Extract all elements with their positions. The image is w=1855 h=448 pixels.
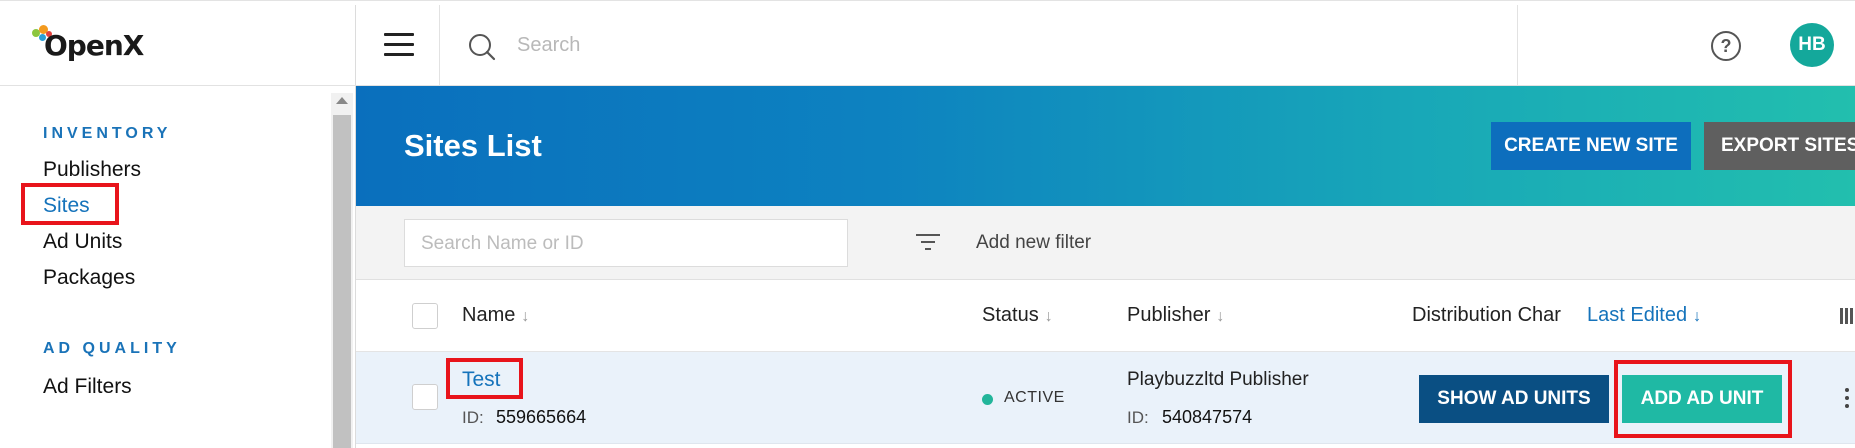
sidebar: OpenX INVENTORY Publishers Sites Ad Unit… — [0, 5, 356, 448]
site-id-label: ID: — [462, 408, 484, 427]
page-title: Sites List — [404, 128, 542, 163]
scrollbar-thumb[interactable] — [333, 115, 351, 448]
publisher-id-label: ID: — [1127, 408, 1149, 427]
create-new-site-button[interactable]: CREATE NEW SITE — [1491, 122, 1691, 170]
filter-bar: Search Name or ID Add new filter — [356, 206, 1855, 280]
export-sites-button[interactable]: EXPORT SITES — [1704, 122, 1855, 170]
nav-section-ad-quality: AD QUALITY — [43, 340, 181, 357]
topbar-divider — [439, 5, 440, 86]
page-header: Sites List CREATE NEW SITE EXPORT SITES — [356, 86, 1855, 206]
column-header-last-edited[interactable]: Last Edited ↓ — [1587, 304, 1701, 327]
sidebar-item-packages[interactable]: Packages — [43, 266, 135, 290]
add-new-filter-link[interactable]: Add new filter — [976, 232, 1091, 254]
sort-arrow-icon: ↓ — [521, 308, 530, 325]
logo-area: OpenX — [0, 5, 356, 86]
nav-section-inventory: INVENTORY — [43, 125, 172, 142]
row-checkbox[interactable] — [412, 384, 438, 410]
column-header-publisher[interactable]: Publisher ↓ — [1127, 304, 1224, 327]
sort-arrow-icon: ↓ — [1044, 308, 1053, 325]
show-ad-units-button[interactable]: SHOW AD UNITS — [1419, 375, 1609, 423]
logo-wordmark: OpenX — [44, 29, 144, 62]
sidebar-item-publishers[interactable]: Publishers — [43, 158, 141, 182]
sort-arrow-icon: ↓ — [1693, 308, 1702, 325]
topbar-divider-right — [1517, 5, 1518, 86]
openx-logo[interactable]: OpenX — [30, 23, 160, 71]
name-id-search-input[interactable]: Search Name or ID — [404, 219, 848, 267]
more-actions-icon[interactable] — [1844, 388, 1850, 410]
search-input-placeholder: Search Name or ID — [421, 233, 584, 254]
status-dot-icon — [982, 394, 993, 405]
search-icon[interactable] — [468, 33, 496, 61]
column-header-status[interactable]: Status ↓ — [982, 304, 1053, 327]
hamburger-menu-icon[interactable] — [384, 33, 414, 57]
sort-arrow-icon: ↓ — [1216, 308, 1225, 325]
sidebar-scrollbar[interactable] — [331, 93, 353, 448]
global-search-input[interactable]: Search — [517, 34, 580, 57]
status-badge: ACTIVE — [1004, 389, 1065, 406]
highlight-box-sites — [21, 183, 119, 225]
table-row[interactable]: Test ID: 559665664 ACTIVE Playbuzzltd Pu… — [356, 352, 1855, 444]
sidebar-item-ad-filters[interactable]: Ad Filters — [43, 375, 132, 399]
filter-icon[interactable] — [916, 234, 940, 252]
select-all-checkbox[interactable] — [412, 303, 438, 329]
column-header-name[interactable]: Name ↓ — [462, 304, 529, 327]
avatar[interactable]: HB — [1790, 23, 1834, 67]
highlight-box-site-name — [446, 358, 523, 399]
column-header-distribution-channel[interactable]: Distribution Char — [1412, 304, 1575, 327]
question-circle-icon[interactable]: ? — [1711, 31, 1741, 61]
top-bar: Search ? HB — [356, 5, 1855, 86]
columns-icon[interactable] — [1840, 308, 1855, 324]
highlight-box-add-ad-unit — [1614, 360, 1792, 438]
sidebar-item-ad-units[interactable]: Ad Units — [43, 230, 122, 254]
table-header: Name ↓ Status ↓ Publisher ↓ Distribution Ch… — [356, 280, 1855, 352]
publisher-id: 540847574 — [1162, 407, 1253, 427]
scroll-up-icon[interactable] — [336, 97, 348, 104]
publisher-name: Playbuzzltd Publisher — [1127, 369, 1309, 390]
site-id: 559665664 — [496, 407, 587, 427]
